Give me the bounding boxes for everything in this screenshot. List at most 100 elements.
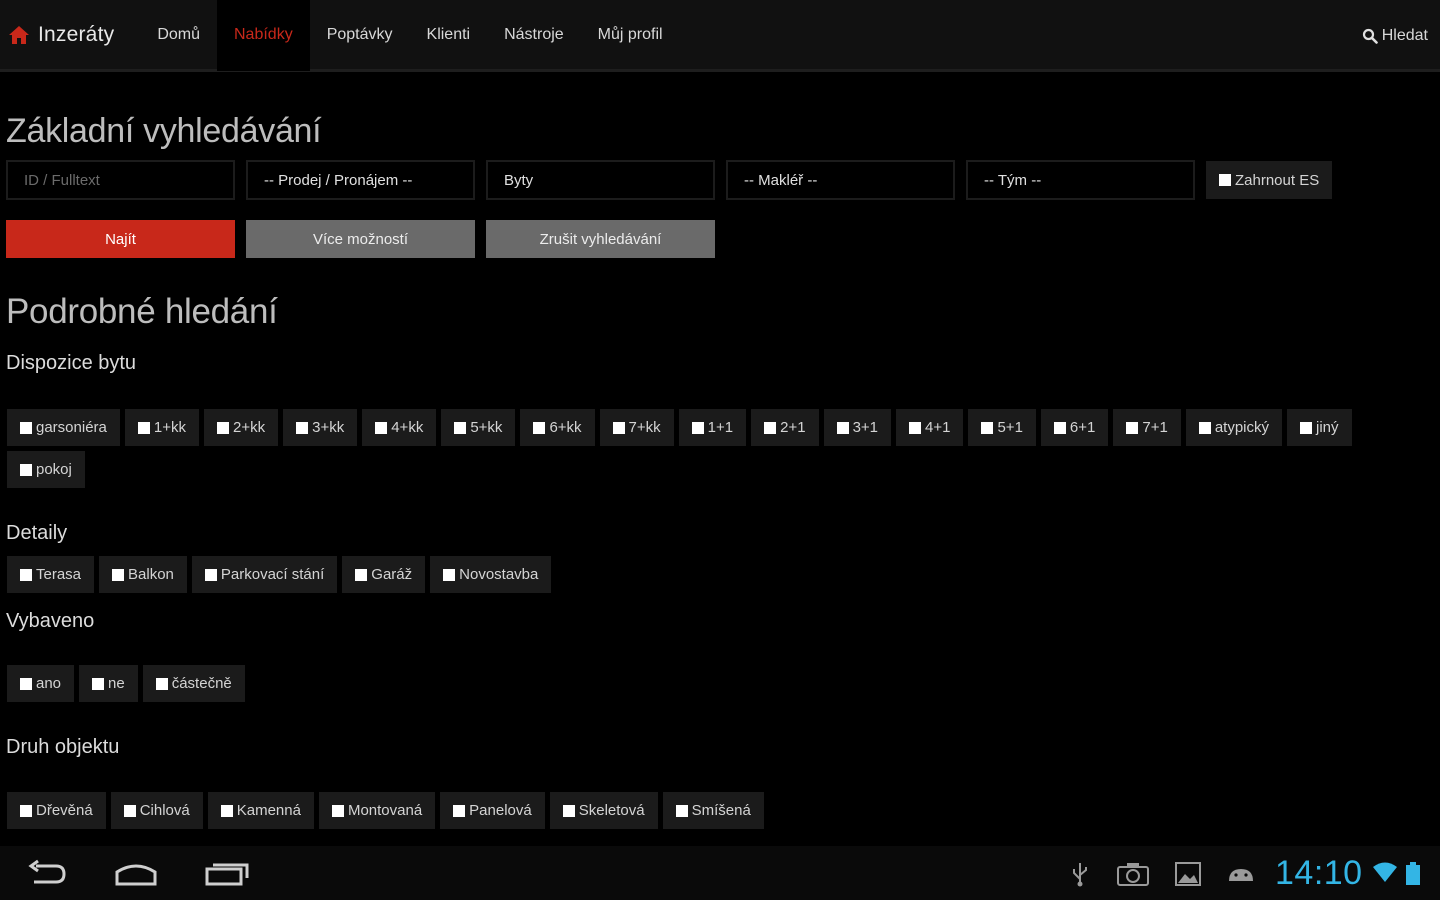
brand-link[interactable]: Inzeráty [0,0,140,71]
detail-option-label: Novostavba [459,566,539,583]
detail-option-checkbox[interactable]: Novostavba [430,556,552,593]
layout-option-checkbox[interactable]: garsoniéra [7,409,120,446]
building-type-option-checkbox[interactable]: Panelová [440,792,545,829]
clock: 14:10 [1275,854,1363,892]
layout-option-checkbox[interactable]: 6+1 [1040,409,1109,446]
layout-option-label: 3+1 [852,419,879,436]
team-select[interactable]: -- Tým -- [966,160,1195,200]
checkbox-icon [296,421,309,434]
checkbox-icon [20,568,32,581]
find-button[interactable]: Najít [6,220,235,258]
checkbox-icon [562,804,575,817]
detailed-search-title: Podrobné hledání [6,292,278,331]
nav-item-my-profile[interactable]: Můj profil [581,0,680,71]
building-type-option-checkbox[interactable]: Smíšená [662,792,764,829]
include-es-checkbox[interactable]: Zahrnout ES [1206,161,1333,199]
layout-option-checkbox[interactable]: 3+1 [823,409,892,446]
nav-item-tools[interactable]: Nástroje [487,0,581,71]
wifi-icon [1373,862,1397,882]
layout-option-checkbox[interactable]: 1+1 [678,409,747,446]
top-navbar: Inzeráty Domů Nabídky Poptávky Klienti N… [0,0,1440,72]
camera-icon [1117,863,1149,886]
layout-option-checkbox[interactable]: 7+1 [1113,409,1181,446]
back-icon[interactable] [26,858,68,888]
checkbox-icon [691,421,704,434]
building-type-option-label: Panelová [469,802,532,819]
layout-option-checkbox[interactable]: 4+kk [362,409,437,446]
checkbox-icon [92,677,105,690]
battery-icon [1406,862,1420,885]
layout-option-checkbox[interactable]: atypický [1185,409,1283,446]
building-type-option-checkbox[interactable]: Montovaná [318,792,436,829]
checkbox-icon [675,804,688,817]
checkbox-icon [1198,421,1211,434]
include-es-label: Zahrnout ES [1235,171,1320,189]
building-type-option-checkbox[interactable]: Skeletová [549,792,658,829]
home-button-icon[interactable] [114,858,158,888]
layout-option-label: pokoj [36,461,72,478]
building-type-section-label: Druh objektu [6,736,120,758]
nav-item-requests[interactable]: Poptávky [310,0,410,71]
more-options-button[interactable]: Více možností [246,220,475,258]
detail-option-checkbox[interactable]: Terasa [7,556,95,593]
checkbox-icon [137,421,150,434]
furnished-option-checkbox[interactable]: ano [7,665,75,702]
checkbox-icon [20,463,32,476]
brand-label: Inzeráty [38,22,115,46]
detail-option-checkbox[interactable]: Garáž [342,556,426,593]
category-select[interactable]: Byty [486,160,715,200]
furnished-option-label: ano [36,675,62,692]
nav-item-clients[interactable]: Klienti [410,0,488,71]
detail-option-checkbox[interactable]: Parkovací stání [191,556,338,593]
building-type-option-checkbox[interactable]: Kamenná [207,792,314,829]
layout-option-label: 2+1 [780,419,806,436]
details-options: Terasa Balkon Parkovací stání Garáž Novostav… [7,556,1387,598]
nav-item-home[interactable]: Domů [140,0,217,71]
layout-option-label: 2+kk [233,419,266,436]
checkbox-icon [123,804,136,817]
checkbox-icon [764,421,777,434]
layout-option-checkbox[interactable]: pokoj [7,451,85,488]
recent-apps-icon[interactable] [204,858,250,888]
building-type-option-label: Smíšená [691,802,751,819]
layout-option-checkbox[interactable]: jiný [1287,409,1352,446]
checkbox-icon [204,568,217,581]
layout-option-checkbox[interactable]: 2+1 [751,409,819,446]
layout-option-checkbox[interactable]: 7+kk [599,409,674,446]
cancel-search-button[interactable]: Zrušit vyhledávání [486,220,715,258]
android-icon [1229,869,1253,881]
layout-option-checkbox[interactable]: 1+kk [124,409,199,446]
nav-search-link[interactable]: Hledat [1362,0,1428,72]
layout-option-label: 6+kk [549,419,582,436]
detail-option-checkbox[interactable]: Balkon [99,556,187,593]
building-type-option-checkbox[interactable]: Dřevěná [7,792,106,829]
building-type-options: Dřevěná Cihlová Kamenná Montovaná Panelová Sk… [7,792,1387,834]
layout-option-label: 7+1 [1142,419,1168,436]
building-type-option-checkbox[interactable]: Cihlová [110,792,203,829]
layout-option-checkbox[interactable]: 6+kk [520,409,595,446]
checkbox-icon [20,804,32,817]
layout-option-label: 4+1 [925,419,951,436]
furnished-option-checkbox[interactable]: ne [79,665,138,702]
sale-type-select[interactable]: -- Prodej / Pronájem -- [246,160,475,200]
checkbox-icon [331,804,344,817]
checkbox-icon [909,421,922,434]
furnished-option-checkbox[interactable]: částečně [142,665,245,702]
nav-search-label: Hledat [1381,27,1428,44]
broker-select[interactable]: -- Makléř -- [726,160,955,200]
layout-option-checkbox[interactable]: 2+kk [204,409,279,446]
checkbox-icon [217,421,229,434]
layout-option-checkbox[interactable]: 5+1 [968,409,1036,446]
nav-item-offers[interactable]: Nabídky [217,0,310,71]
search-icon [1362,28,1378,44]
checkbox-icon [533,421,546,434]
layout-option-checkbox[interactable]: 5+kk [441,409,516,446]
checkbox-icon [112,568,125,581]
checkbox-icon [20,677,32,690]
furnished-option-label: ne [108,675,125,692]
layout-option-checkbox[interactable]: 4+1 [896,409,964,446]
usb-icon [1073,863,1087,887]
fulltext-input[interactable]: ID / Fulltext [6,160,235,200]
checkbox-icon [612,421,625,434]
layout-option-checkbox[interactable]: 3+kk [283,409,358,446]
